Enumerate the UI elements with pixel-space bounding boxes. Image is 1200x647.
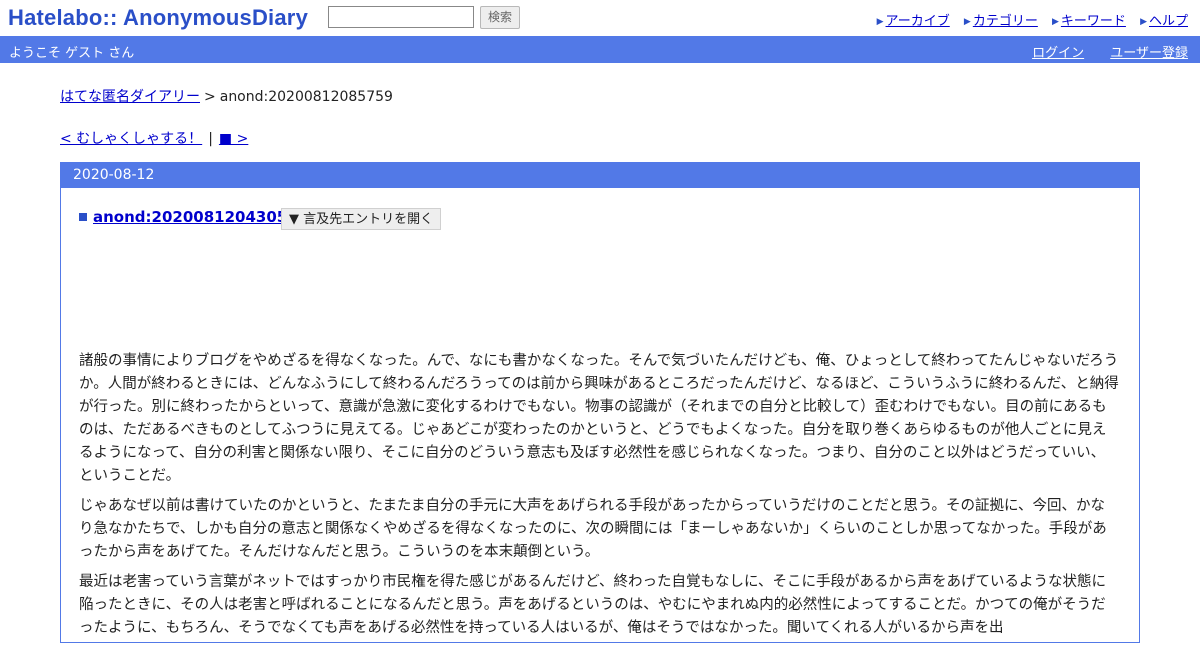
prev-entry-link[interactable]: < むしゃくしゃする！ [60, 131, 202, 147]
breadcrumb: はてな匿名ダイアリー > anond:20200812085759 [60, 86, 393, 106]
open-mention-button[interactable]: ▼ 言及先エントリを開く [281, 208, 442, 230]
welcome-bar: ようこそ ゲスト さん ログイン ユーザー登録 [0, 36, 1200, 63]
chevron-right-icon: ▶ [963, 17, 971, 27]
entry-header: anond:20200812043056 [79, 208, 298, 226]
nav-item-archive[interactable]: ▶ アーカイブ [877, 10, 950, 29]
entry-title-link[interactable]: anond:20200812043056 [93, 208, 298, 226]
chevron-right-icon: ▶ [1140, 17, 1147, 27]
top-nav: ▶ アーカイブ ▶ カテゴリー ▶ キーワード ▶ ヘルプ [867, 10, 1188, 29]
chevron-right-icon: ▶ [876, 17, 884, 27]
search-button[interactable]: 検索 [480, 6, 520, 29]
breadcrumb-separator: > [204, 89, 216, 105]
nav-item-category[interactable]: ▶ カテゴリー [964, 10, 1038, 29]
pager-separator: | [208, 131, 213, 147]
breadcrumb-home-link[interactable]: はてな匿名ダイアリー [60, 89, 200, 105]
entry-date: 2020-08-12 [61, 162, 1139, 188]
entry-paragraph: 諸般の事情によりブログをやめざるを得なくなった。んで、なにも書かなくなった。そん… [79, 353, 1119, 484]
chevron-right-icon: ▶ [1051, 17, 1059, 27]
nav-item-help[interactable]: ▶ ヘルプ [1140, 10, 1188, 29]
breadcrumb-current: anond:20200812085759 [219, 89, 393, 105]
register-link[interactable]: ユーザー登録 [1110, 46, 1188, 61]
entry-paragraph: じゃあなぜ以前は書けていたのかというと、たまたま自分の手元に大声をあげられる手段… [79, 498, 1107, 560]
nav-keyword-link[interactable]: キーワード [1061, 14, 1126, 29]
login-link[interactable]: ログイン [1032, 46, 1084, 61]
top-bar: Hatelabo:: AnonymousDiary 検索 ▶ アーカイブ ▶ カテゴ… [0, 0, 1200, 36]
next-entry-link[interactable]: ■ > [219, 131, 248, 147]
welcome-text: ようこそ ゲスト さん [9, 46, 135, 61]
site-logo[interactable]: Hatelabo:: AnonymousDiary [8, 4, 308, 32]
nav-item-keyword[interactable]: ▶ キーワード [1052, 10, 1126, 29]
nav-help-link[interactable]: ヘルプ [1149, 14, 1188, 29]
entry-body: 諸般の事情によりブログをやめざるを得なくなった。んで、なにも書かなくなった。そん… [79, 350, 1119, 647]
entry-card: 2020-08-12 anond:20200812043056 ▼ 言及先エント… [60, 162, 1140, 643]
search-input[interactable] [328, 6, 474, 28]
entry-bullet-icon[interactable] [79, 213, 87, 221]
account-links: ログイン ユーザー登録 [1010, 42, 1188, 61]
nav-category-link[interactable]: カテゴリー [973, 14, 1038, 29]
nav-archive-link[interactable]: アーカイブ [886, 14, 950, 29]
pager: < むしゃくしゃする！ | ■ > [60, 128, 248, 148]
